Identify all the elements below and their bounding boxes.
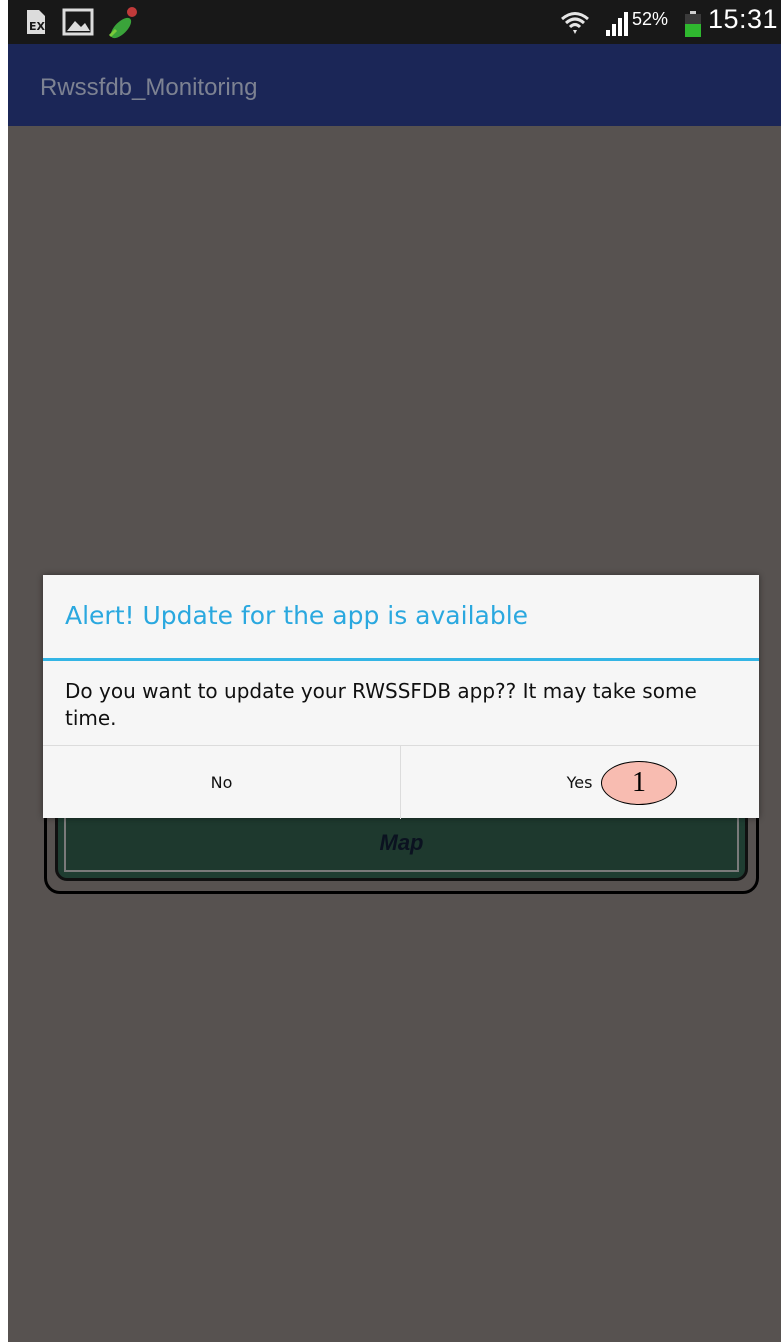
sim-alert-icon: EX [27, 10, 46, 34]
map-button-label: Map [379, 830, 424, 855]
status-bar: EX 52% 15:31 [8, 0, 781, 44]
signal-icon [606, 12, 628, 36]
battery-icon [685, 11, 701, 37]
status-clock: 15:31 [708, 4, 779, 34]
fake-gps-icon [108, 7, 137, 39]
dialog-title-divider [43, 658, 759, 661]
step-number-marker: 1 [601, 761, 677, 805]
yes-button[interactable]: Yes [401, 746, 758, 819]
battery-percent: 52% [632, 9, 669, 29]
app-bar: Rwssfdb_Monitoring [8, 44, 781, 126]
dialog-title: Alert! Update for the app is available [65, 601, 529, 630]
no-button[interactable]: No [43, 746, 400, 819]
dialog-message: Do you want to update your RWSSFDB app??… [65, 679, 697, 730]
wifi-icon [561, 12, 589, 34]
svg-text:EX: EX [29, 20, 46, 33]
left-gutter [0, 0, 8, 1342]
gallery-icon [62, 8, 94, 36]
app-title: Rwssfdb_Monitoring [40, 74, 258, 101]
